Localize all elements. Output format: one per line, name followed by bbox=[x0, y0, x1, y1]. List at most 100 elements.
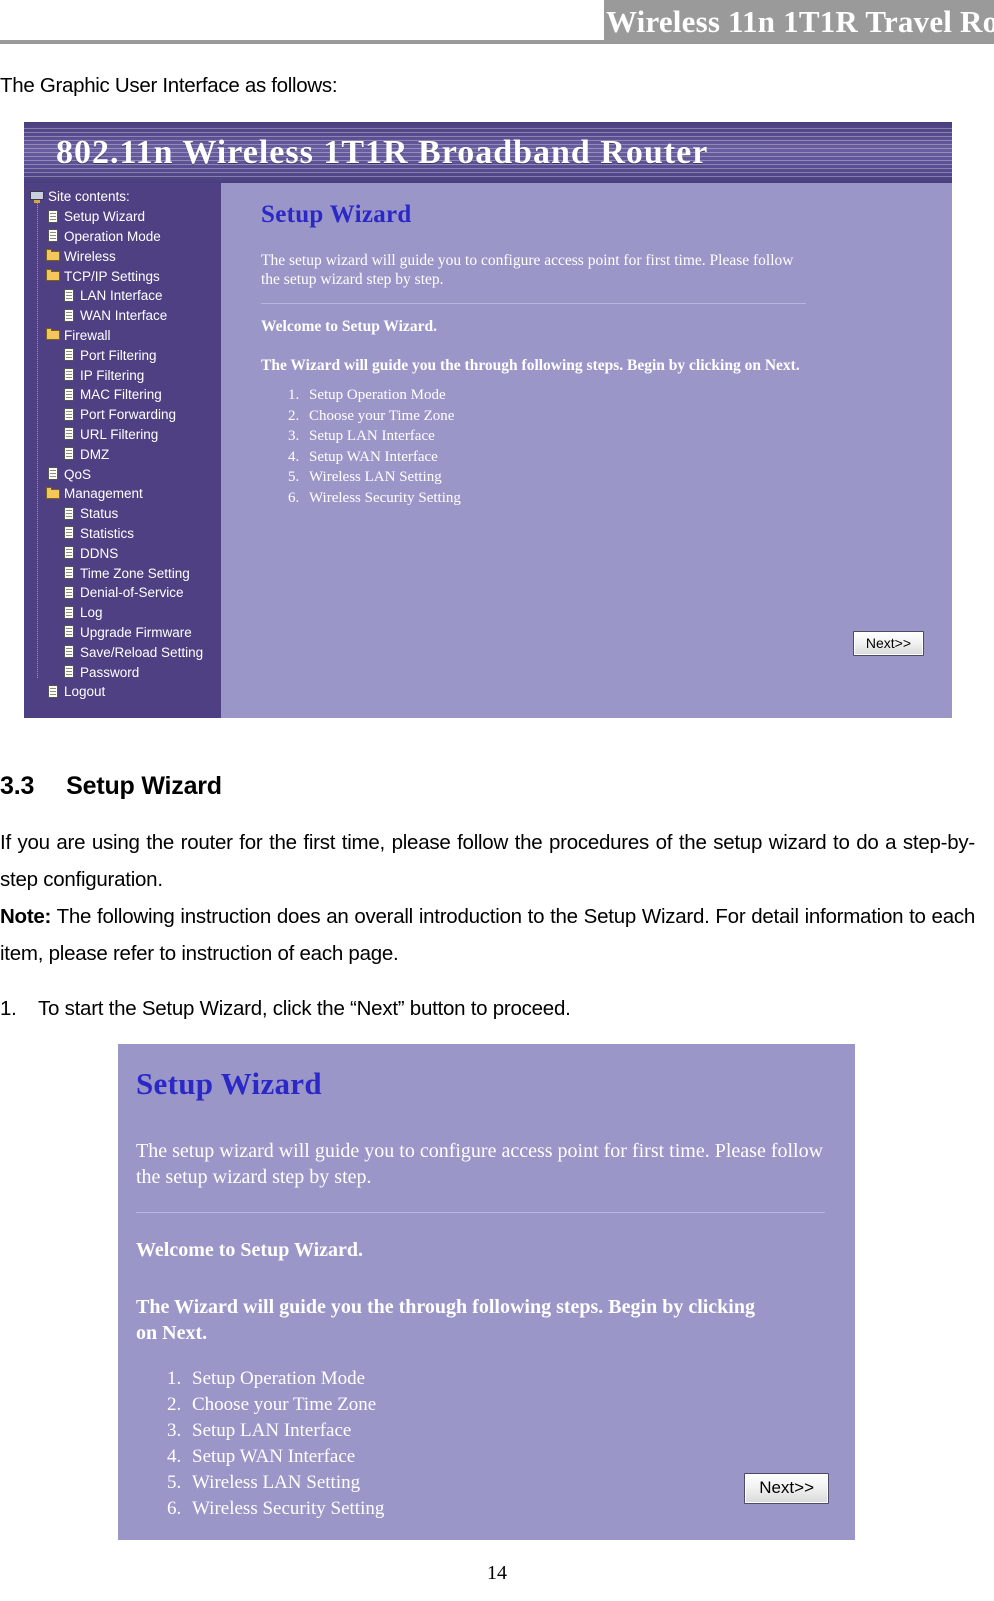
section-paragraph-1: If you are using the router for the firs… bbox=[0, 831, 975, 891]
sidebar-item-setup-wizard[interactable]: Setup Wizard bbox=[24, 207, 221, 227]
sidebar-item-denial-of-service[interactable]: Denial-of-Service bbox=[24, 583, 221, 603]
router-banner: 802.11n Wireless 1T1R Broadband Router bbox=[24, 122, 952, 183]
page-icon bbox=[62, 605, 76, 620]
sidebar-item-statistics[interactable]: Statistics bbox=[24, 524, 221, 544]
sidebar-item-label: URL Filtering bbox=[80, 426, 159, 442]
sidebar-item-save-reload-setting[interactable]: Save/Reload Setting bbox=[24, 642, 221, 662]
wizard-step-item: Setup LAN Interface bbox=[303, 426, 928, 447]
sidebar-item-label: Save/Reload Setting bbox=[80, 644, 204, 660]
wizard-step-item: Setup Operation Mode bbox=[186, 1366, 825, 1392]
sidebar-item-management[interactable]: Management bbox=[24, 484, 221, 504]
sidebar-item-url-filtering[interactable]: URL Filtering bbox=[24, 425, 221, 445]
sidebar-item-ddns[interactable]: DDNS bbox=[24, 543, 221, 563]
folder-icon bbox=[46, 486, 60, 501]
setup-wizard-title-2: Setup Wizard bbox=[136, 1066, 322, 1101]
wizard-step-item: Setup Operation Mode bbox=[303, 385, 928, 406]
router-main-panel: Setup Wizard The setup wizard will guide… bbox=[221, 183, 952, 718]
sidebar-item-status[interactable]: Status bbox=[24, 504, 221, 524]
page-number: 14 bbox=[487, 1562, 507, 1584]
setup-wizard-intro-2: The setup wizard will guide you to confi… bbox=[136, 1140, 824, 1188]
page-icon bbox=[62, 526, 76, 540]
setup-wizard-guide: The Wizard will guide you the through fo… bbox=[261, 357, 800, 374]
setup-wizard-step-list-2: Setup Operation ModeChoose your Time Zon… bbox=[136, 1366, 825, 1522]
monitor-icon bbox=[30, 190, 44, 204]
sidebar-item-firewall[interactable]: Firewall bbox=[24, 326, 221, 346]
page-icon bbox=[62, 665, 76, 679]
page-icon bbox=[46, 684, 60, 699]
divider-2 bbox=[136, 1212, 825, 1213]
section-heading: 3.3 Setup Wizard bbox=[0, 772, 222, 801]
setup-wizard-intro: The setup wizard will guide you to confi… bbox=[261, 252, 794, 288]
sidebar-item-upgrade-firmware[interactable]: Upgrade Firmware bbox=[24, 623, 221, 643]
folder-icon bbox=[46, 328, 60, 342]
numbered-step-1: 1. To start the Setup Wizard, click the … bbox=[0, 990, 975, 1027]
sidebar-item-lan-interface[interactable]: LAN Interface bbox=[24, 286, 221, 306]
router-banner-text: 802.11n Wireless 1T1R Broadband Router bbox=[56, 134, 709, 171]
sidebar-item-mac-filtering[interactable]: MAC Filtering bbox=[24, 385, 221, 405]
wizard-step-item: Choose your Time Zone bbox=[303, 406, 928, 427]
page-header: Wireless 11n 1T1R Travel Router bbox=[0, 0, 994, 46]
sidebar-root-site-contents[interactable]: Site contents: bbox=[24, 187, 221, 207]
setup-wizard-welcome-2: Welcome to Setup Wizard. bbox=[136, 1239, 364, 1261]
sidebar-item-label: LAN Interface bbox=[80, 288, 163, 304]
step-marker: 1. bbox=[0, 997, 17, 1020]
page-icon bbox=[62, 427, 76, 441]
wizard-step-item: Setup WAN Interface bbox=[303, 447, 928, 468]
sidebar-item-label: DDNS bbox=[80, 545, 119, 561]
page-icon bbox=[46, 209, 60, 224]
header-rule bbox=[0, 40, 604, 44]
next-button[interactable]: Next>> bbox=[852, 631, 924, 656]
sidebar-item-port-forwarding[interactable]: Port Forwarding bbox=[24, 405, 221, 425]
page-icon bbox=[46, 467, 60, 481]
sidebar-item-label: TCP/IP Settings bbox=[64, 268, 160, 284]
sidebar-item-dmz[interactable]: DMZ bbox=[24, 444, 221, 464]
sidebar-item-label: DMZ bbox=[80, 446, 110, 462]
page-icon bbox=[62, 566, 76, 580]
setup-wizard-welcome: Welcome to Setup Wizard. bbox=[261, 318, 437, 335]
sidebar-item-log[interactable]: Log bbox=[24, 603, 221, 623]
divider bbox=[261, 303, 806, 304]
sidebar-item-wan-interface[interactable]: WAN Interface bbox=[24, 306, 221, 326]
sidebar-item-label: IP Filtering bbox=[80, 367, 145, 383]
sidebar-item-label: Statistics bbox=[80, 525, 135, 541]
page-icon bbox=[62, 348, 76, 362]
note-label: Note: bbox=[0, 905, 52, 928]
page-icon bbox=[62, 625, 76, 639]
setup-wizard-title: Setup Wizard bbox=[261, 201, 412, 228]
sidebar-item-wireless[interactable]: Wireless bbox=[24, 246, 221, 266]
sidebar-item-label: Password bbox=[80, 664, 140, 680]
sidebar-item-ip-filtering[interactable]: IP Filtering bbox=[24, 365, 221, 385]
tree-connector-lines bbox=[37, 201, 38, 679]
sidebar-item-label: MAC Filtering bbox=[80, 387, 162, 403]
page-icon bbox=[62, 407, 76, 422]
sidebar-item-label: Port Filtering bbox=[80, 347, 157, 363]
wizard-step-item: Choose your Time Zone bbox=[186, 1392, 825, 1418]
intro-text: The Graphic User Interface as follows: bbox=[0, 74, 338, 97]
setup-wizard-guide-2: The Wizard will guide you the through fo… bbox=[136, 1296, 755, 1344]
sidebar-item-logout[interactable]: Logout bbox=[24, 682, 221, 702]
sidebar-item-qos[interactable]: QoS bbox=[24, 464, 221, 484]
folder-icon bbox=[46, 249, 60, 263]
sidebar-root-label: Site contents: bbox=[48, 189, 130, 205]
folder-icon bbox=[46, 269, 60, 283]
sidebar-navigation: Site contents: Setup Wizard Operation Mod… bbox=[24, 183, 221, 718]
wizard-step-item: Wireless LAN Setting bbox=[303, 467, 928, 488]
sidebar-item-port-filtering[interactable]: Port Filtering bbox=[24, 345, 221, 365]
sidebar-item-label: Port Forwarding bbox=[80, 407, 177, 423]
section-title: Setup Wizard bbox=[66, 772, 222, 800]
router-gui-screenshot: 802.11n Wireless 1T1R Broadband Router S… bbox=[24, 122, 952, 718]
sidebar-item-password[interactable]: Password bbox=[24, 662, 221, 682]
wizard-step-item: Wireless Security Setting bbox=[186, 1496, 825, 1522]
sidebar-item-label: Firewall bbox=[64, 327, 111, 343]
note-text: The following instruction does an overal… bbox=[0, 905, 975, 965]
page-icon bbox=[62, 506, 76, 521]
sidebar-item-label: Denial-of-Service bbox=[80, 585, 184, 601]
next-button-2[interactable]: Next>> bbox=[744, 1473, 829, 1504]
sidebar-item-tcp-ip-settings[interactable]: TCP/IP Settings bbox=[24, 266, 221, 286]
page-icon bbox=[62, 288, 76, 303]
section-note: Note: The following instruction does an … bbox=[0, 898, 975, 972]
sidebar-item-label: Setup Wizard bbox=[64, 209, 146, 225]
sidebar-item-time-zone-setting[interactable]: Time Zone Setting bbox=[24, 563, 221, 583]
sidebar-item-label: Wireless bbox=[64, 248, 116, 264]
sidebar-item-operation-mode[interactable]: Operation Mode bbox=[24, 227, 221, 247]
